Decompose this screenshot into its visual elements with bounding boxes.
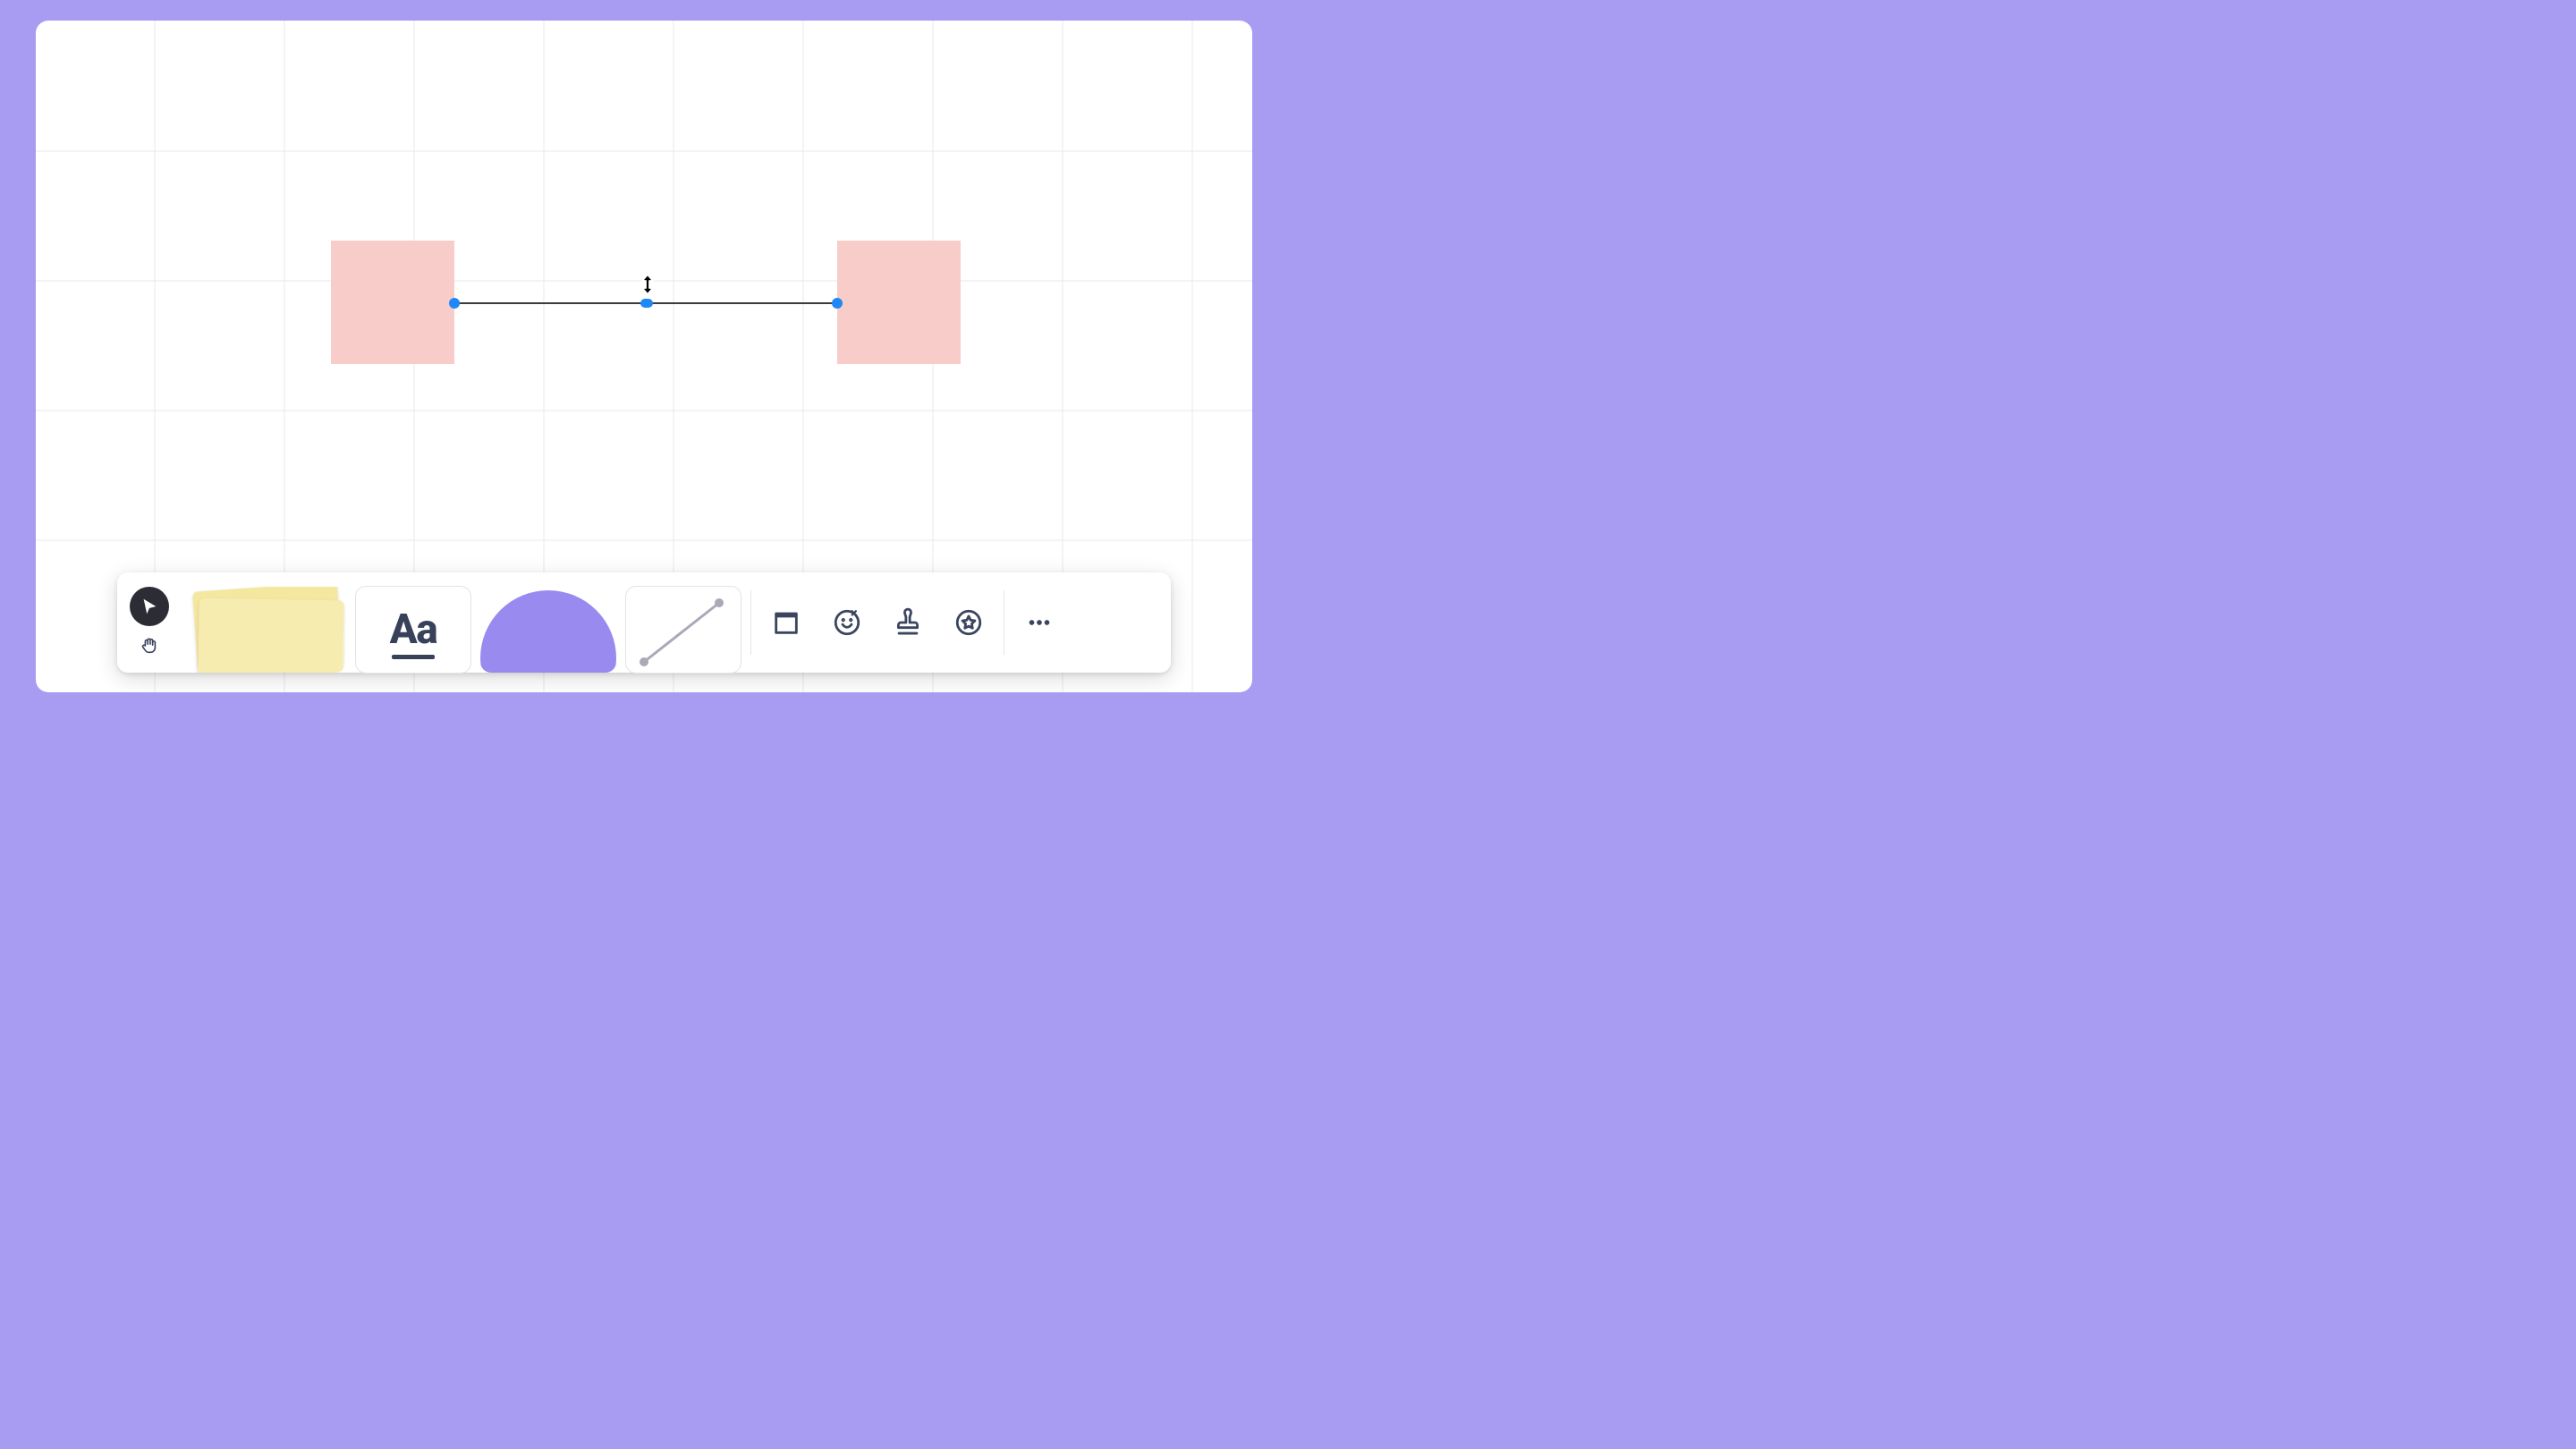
more-tools-button[interactable] bbox=[1013, 597, 1065, 648]
toolbar-separator bbox=[750, 590, 751, 655]
frame-tool-button[interactable] bbox=[760, 597, 812, 648]
line-tool[interactable] bbox=[625, 586, 741, 674]
comment-reaction-icon bbox=[832, 607, 862, 638]
more-horizontal-icon bbox=[1024, 607, 1055, 638]
canvas-frame: Aa bbox=[36, 21, 1252, 692]
shape-tool[interactable] bbox=[480, 587, 616, 673]
line-mid-handle[interactable] bbox=[640, 299, 653, 308]
text-tool[interactable]: Aa bbox=[355, 586, 471, 674]
stamp-icon bbox=[893, 607, 923, 638]
sticker-tool-button[interactable] bbox=[943, 597, 995, 648]
text-tool-icon: Aa bbox=[390, 606, 437, 654]
sticker-star-icon bbox=[953, 607, 984, 638]
sticky-note-icon bbox=[188, 587, 340, 673]
stamp-tool-button[interactable] bbox=[882, 597, 934, 648]
frame-icon bbox=[771, 607, 801, 638]
nav-tools bbox=[130, 587, 169, 658]
select-tool-button[interactable] bbox=[130, 587, 169, 626]
toolbar: Aa bbox=[117, 572, 1171, 673]
shape-tool-icon bbox=[480, 590, 616, 673]
cursor-icon bbox=[140, 597, 159, 616]
hand-icon bbox=[140, 636, 159, 656]
canvas-shape-a[interactable] bbox=[331, 241, 454, 364]
line-tool-icon bbox=[626, 587, 741, 673]
comment-tool-button[interactable] bbox=[821, 597, 873, 648]
pan-tool-button[interactable] bbox=[137, 633, 162, 658]
line-start-handle[interactable] bbox=[449, 298, 460, 309]
sticky-note-tool[interactable] bbox=[182, 587, 346, 673]
canvas-shape-b[interactable] bbox=[837, 241, 961, 364]
line-end-handle[interactable] bbox=[832, 298, 843, 309]
